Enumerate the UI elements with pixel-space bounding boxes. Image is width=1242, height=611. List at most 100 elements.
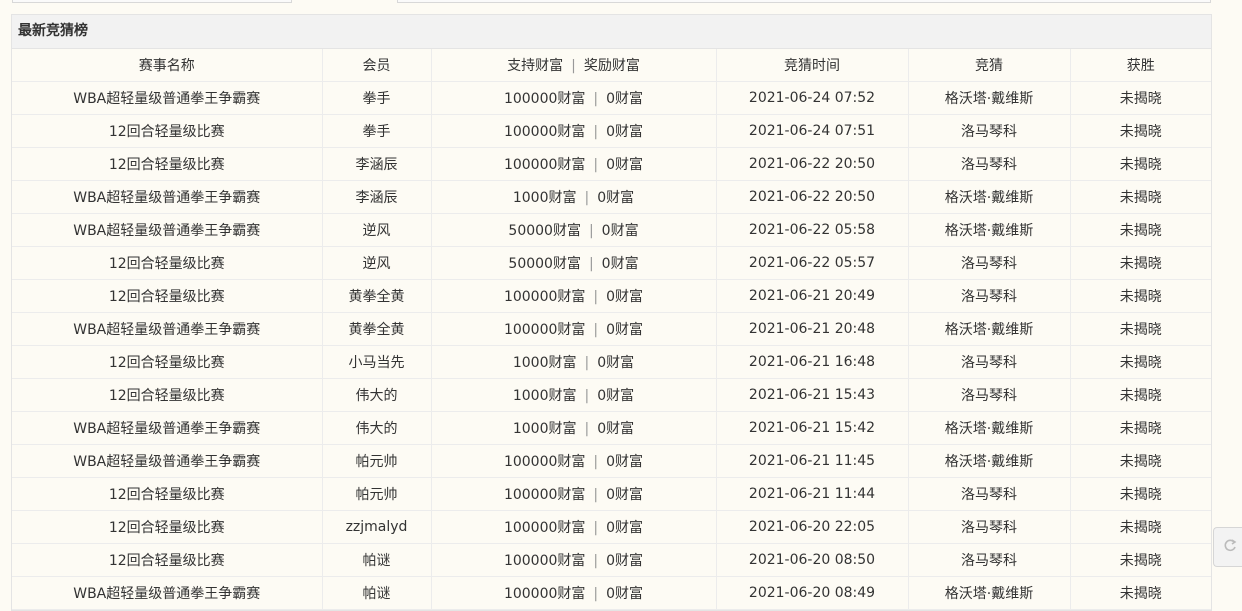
cell-reward: 0财富 bbox=[597, 190, 635, 206]
cell-winner: 未揭晓 bbox=[1069, 279, 1211, 313]
cell-member: 李涵辰 bbox=[321, 147, 432, 181]
cell-winner: 未揭晓 bbox=[1069, 543, 1211, 577]
top-tab-strip bbox=[0, 0, 1242, 4]
cell-wealth: 100000财富 | 0财富 bbox=[430, 114, 717, 148]
cell-member: 帕谜 bbox=[321, 576, 432, 610]
cell-time: 2021-06-21 20:49 bbox=[715, 279, 909, 313]
cell-wealth: 100000财富 | 0财富 bbox=[430, 576, 717, 610]
cell-event: WBA超轻量级普通拳王争霸赛 bbox=[12, 411, 323, 445]
cell-time: 2021-06-24 07:52 bbox=[715, 81, 909, 115]
cell-support: 100000财富 bbox=[503, 454, 586, 470]
cell-reward: 0财富 bbox=[606, 454, 644, 470]
separator: | bbox=[584, 355, 590, 371]
cell-member: 伟大的 bbox=[321, 411, 432, 445]
cell-support: 1000财富 bbox=[512, 421, 577, 437]
cell-event: WBA超轻量级普通拳王争霸赛 bbox=[12, 444, 323, 478]
cell-winner: 未揭晓 bbox=[1069, 147, 1211, 181]
separator: | bbox=[593, 487, 599, 503]
cell-wealth: 100000财富 | 0财富 bbox=[430, 543, 717, 577]
cell-wealth: 100000财富 | 0财富 bbox=[430, 81, 717, 115]
separator: | bbox=[593, 322, 599, 338]
cell-time: 2021-06-22 20:50 bbox=[715, 147, 909, 181]
cell-support: 100000财富 bbox=[503, 124, 586, 140]
cell-wealth: 100000财富 | 0财富 bbox=[430, 279, 717, 313]
table-row: WBA超轻量级普通拳王争霸赛 黄拳全黄 100000财富 | 0财富 2021-06-21… bbox=[12, 312, 1211, 346]
cell-support: 1000财富 bbox=[512, 190, 577, 206]
top-tab[interactable] bbox=[397, 0, 1211, 3]
cell-event: 12回合轻量级比赛 bbox=[12, 279, 323, 313]
cell-guess: 洛马琴科 bbox=[907, 246, 1071, 280]
cell-member: 李涵辰 bbox=[321, 180, 432, 214]
guess-table: 赛事名称 会员 支持财富 | 奖励财富 竞猜时间 竞猜 获胜 WBA超轻量级普通拳王… bbox=[12, 49, 1211, 610]
separator: | bbox=[593, 289, 599, 305]
cell-wealth: 1000财富 | 0财富 bbox=[430, 378, 717, 412]
cell-wealth: 100000财富 | 0财富 bbox=[430, 510, 717, 544]
cell-wealth: 100000财富 | 0财富 bbox=[430, 147, 717, 181]
cell-reward: 0财富 bbox=[606, 124, 644, 140]
cell-support: 1000财富 bbox=[512, 388, 577, 404]
cell-time: 2021-06-21 11:44 bbox=[715, 477, 909, 511]
cell-guess: 洛马琴科 bbox=[907, 279, 1071, 313]
refresh-icon bbox=[1224, 539, 1237, 552]
table-row: 12回合轻量级比赛 李涵辰 100000财富 | 0财富 2021-06-22 20:50… bbox=[12, 147, 1211, 181]
top-tab[interactable] bbox=[12, 0, 292, 3]
separator: | bbox=[593, 586, 599, 602]
table-row: 12回合轻量级比赛 拳手 100000财富 | 0财富 2021-06-24 07:51 洛… bbox=[12, 114, 1211, 148]
cell-reward: 0财富 bbox=[597, 355, 635, 371]
cell-time: 2021-06-20 22:05 bbox=[715, 510, 909, 544]
cell-event: 12回合轻量级比赛 bbox=[12, 543, 323, 577]
cell-event: WBA超轻量级普通拳王争霸赛 bbox=[12, 81, 323, 115]
cell-event: 12回合轻量级比赛 bbox=[12, 147, 323, 181]
cell-reward: 0财富 bbox=[601, 223, 639, 239]
cell-time: 2021-06-24 07:51 bbox=[715, 114, 909, 148]
cell-guess: 格沃塔·戴维斯 bbox=[907, 81, 1071, 115]
cell-member: 拳手 bbox=[321, 81, 432, 115]
cell-time: 2021-06-22 05:57 bbox=[715, 246, 909, 280]
cell-wealth: 50000财富 | 0财富 bbox=[430, 213, 717, 247]
cell-event: WBA超轻量级普通拳王争霸赛 bbox=[12, 213, 323, 247]
cell-winner: 未揭晓 bbox=[1069, 345, 1211, 379]
cell-guess: 格沃塔·戴维斯 bbox=[907, 444, 1071, 478]
separator: | bbox=[593, 157, 599, 173]
scroll-widget[interactable] bbox=[1213, 527, 1242, 567]
cell-wealth: 1000财富 | 0财富 bbox=[430, 345, 717, 379]
cell-reward: 0财富 bbox=[606, 586, 644, 602]
cell-time: 2021-06-21 20:48 bbox=[715, 312, 909, 346]
table-header-row: 赛事名称 会员 支持财富 | 奖励财富 竞猜时间 竞猜 获胜 bbox=[12, 49, 1211, 82]
cell-event: WBA超轻量级普通拳王争霸赛 bbox=[12, 312, 323, 346]
cell-time: 2021-06-21 15:43 bbox=[715, 378, 909, 412]
cell-winner: 未揭晓 bbox=[1069, 444, 1211, 478]
cell-event: 12回合轻量级比赛 bbox=[12, 378, 323, 412]
cell-winner: 未揭晓 bbox=[1069, 246, 1211, 280]
separator: | bbox=[584, 421, 590, 437]
cell-winner: 未揭晓 bbox=[1069, 510, 1211, 544]
cell-reward: 0财富 bbox=[606, 91, 644, 107]
cell-guess: 洛马琴科 bbox=[907, 543, 1071, 577]
table-row: 12回合轻量级比赛 黄拳全黄 100000财富 | 0财富 2021-06-21 20:4… bbox=[12, 279, 1211, 313]
cell-guess: 格沃塔·戴维斯 bbox=[907, 576, 1071, 610]
separator: | bbox=[593, 454, 599, 470]
cell-time: 2021-06-22 20:50 bbox=[715, 180, 909, 214]
col-header-reward: 奖励财富 bbox=[583, 58, 640, 74]
cell-time: 2021-06-22 05:58 bbox=[715, 213, 909, 247]
cell-reward: 0财富 bbox=[606, 157, 644, 173]
cell-support: 100000财富 bbox=[503, 586, 586, 602]
cell-winner: 未揭晓 bbox=[1069, 378, 1211, 412]
separator: | bbox=[584, 190, 590, 206]
cell-guess: 格沃塔·戴维斯 bbox=[907, 312, 1071, 346]
cell-support: 100000财富 bbox=[503, 322, 586, 338]
table-row: 12回合轻量级比赛 帕元帅 100000财富 | 0财富 2021-06-21 11:44… bbox=[12, 477, 1211, 511]
cell-winner: 未揭晓 bbox=[1069, 477, 1211, 511]
cell-support: 100000财富 bbox=[503, 487, 586, 503]
cell-guess: 洛马琴科 bbox=[907, 378, 1071, 412]
cell-event: WBA超轻量级普通拳王争霸赛 bbox=[12, 576, 323, 610]
cell-member: 伟大的 bbox=[321, 378, 432, 412]
table-row: WBA超轻量级普通拳王争霸赛 逆风 50000财富 | 0财富 2021-06-22 05… bbox=[12, 213, 1211, 247]
cell-reward: 0财富 bbox=[597, 388, 635, 404]
cell-event: 12回合轻量级比赛 bbox=[12, 246, 323, 280]
separator: | bbox=[584, 388, 590, 404]
table-row: 12回合轻量级比赛 zzjmalyd 100000财富 | 0财富 2021-06-20 … bbox=[12, 510, 1211, 544]
panel-title: 最新竞猜榜 bbox=[12, 15, 1211, 49]
cell-time: 2021-06-21 11:45 bbox=[715, 444, 909, 478]
cell-wealth: 1000财富 | 0财富 bbox=[430, 411, 717, 445]
